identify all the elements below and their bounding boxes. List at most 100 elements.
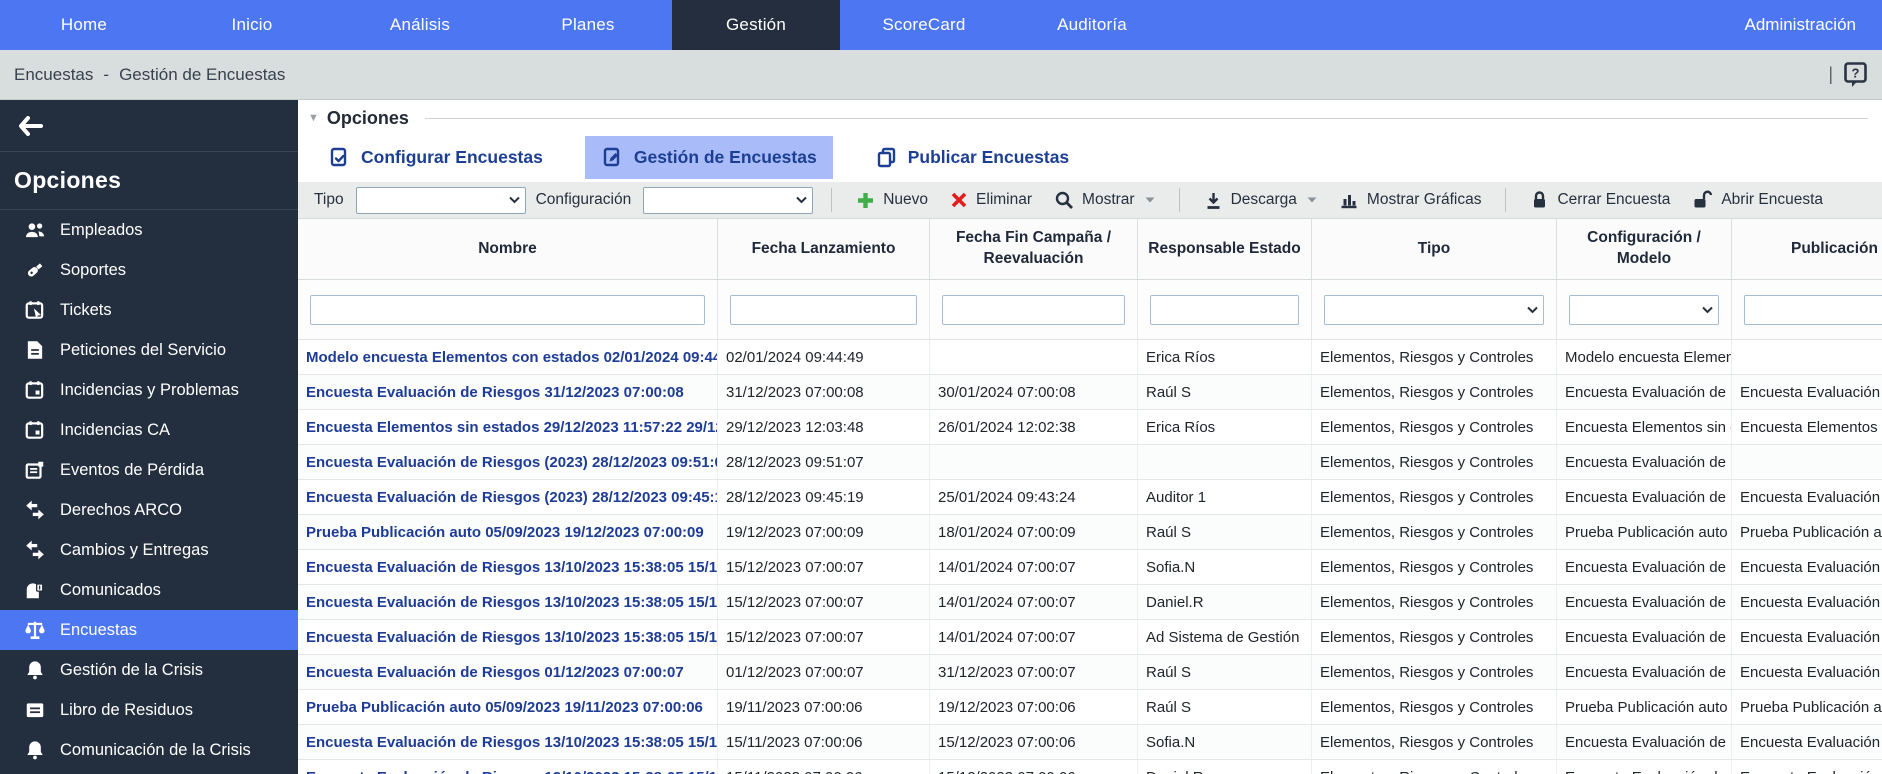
table-row[interactable]: Encuesta Evaluación de Riesgos 01/12/202… (298, 655, 1882, 690)
table-row[interactable]: Encuesta Evaluación de Riesgos 31/12/202… (298, 375, 1882, 410)
cell-name[interactable]: Encuesta Evaluación de Riesgos 13/10/202… (298, 725, 718, 759)
sidebar-item-derechos-arco[interactable]: Derechos ARCO (0, 490, 298, 530)
filter-responsable-input[interactable] (1150, 295, 1299, 325)
descarga-button[interactable]: Descarga (1198, 191, 1323, 210)
cell-name[interactable]: Encuesta Evaluación de Riesgos 01/12/202… (298, 655, 718, 689)
filter-nombre-input[interactable] (310, 295, 705, 325)
cell-launch: 28/12/2023 09:51:07 (718, 445, 930, 479)
nav-item-analisis[interactable]: Análisis (336, 0, 504, 50)
descarga-label: Descarga (1231, 191, 1297, 209)
sidebar-item-soportes[interactable]: Soportes (0, 250, 298, 290)
sidebar-item-incidencias-ca[interactable]: Incidencias CA (0, 410, 298, 450)
filter-tipo-select[interactable] (1324, 295, 1544, 325)
abrir-encuesta-button[interactable]: Abrir Encuesta (1686, 190, 1829, 210)
sidebar-item-comunicacion-crisis[interactable]: Comunicación de la Crisis (0, 730, 298, 770)
sidebar-item-accidente-ambiental[interactable]: Accidente Ambiental (0, 770, 298, 774)
tab-configurar-encuestas[interactable]: Configurar Encuestas (312, 136, 559, 179)
column-header-publicacion[interactable]: Publicación (1732, 219, 1882, 279)
column-header-tipo[interactable]: Tipo (1312, 219, 1557, 279)
filter-configuracion-select[interactable] (1569, 295, 1719, 325)
cell-publication (1732, 340, 1882, 374)
sidebar-item-eventos-perdida[interactable]: Eventos de Pérdida (0, 450, 298, 490)
sidebar-item-peticiones[interactable]: Peticiones del Servicio (0, 330, 298, 370)
cell-name[interactable]: Encuesta Evaluación de Riesgos 13/10/202… (298, 585, 718, 619)
sidebar-item-comunicados[interactable]: Comunicados (0, 570, 298, 610)
sidebar-item-libro-residuos[interactable]: Libro de Residuos (0, 690, 298, 730)
nav-item-gestion[interactable]: Gestión (672, 0, 840, 50)
cell-name[interactable]: Encuesta Evaluación de Riesgos 31/12/202… (298, 375, 718, 409)
table-row[interactable]: Encuesta Evaluación de Riesgos (2023) 28… (298, 445, 1882, 480)
cell-name[interactable]: Encuesta Evaluación de Riesgos (2023) 28… (298, 480, 718, 514)
table-row[interactable]: Encuesta Evaluación de Riesgos 13/10/202… (298, 585, 1882, 620)
nav-item-home[interactable]: Home (0, 0, 168, 50)
sidebar-item-encuestas[interactable]: Encuestas (0, 610, 298, 650)
filter-publicacion-input[interactable] (1744, 295, 1882, 325)
sidebar-item-tickets[interactable]: Tickets (0, 290, 298, 330)
sidebar-item-label: Encuestas (60, 621, 137, 640)
cell-name[interactable]: Prueba Publicación auto 05/09/2023 19/11… (298, 690, 718, 724)
cell-name[interactable]: Encuesta Evaluación de Riesgos 13/10/202… (298, 620, 718, 654)
cell-name[interactable]: Modelo encuesta Elementos con estados 02… (298, 340, 718, 374)
nuevo-button[interactable]: Nuevo (850, 191, 934, 210)
sidebar-item-label: Comunicación de la Crisis (60, 741, 251, 760)
caret-down-icon (1145, 197, 1155, 204)
eliminar-button[interactable]: Eliminar (944, 191, 1038, 209)
cell-end (930, 445, 1138, 479)
column-header-configuracion-modelo[interactable]: Configuración / Modelo (1557, 219, 1732, 279)
sidebar-collapse-button[interactable] (0, 100, 298, 152)
cell-end: 19/12/2023 07:00:06 (930, 690, 1138, 724)
breadcrumb-section[interactable]: Encuestas (14, 65, 93, 85)
table-row[interactable]: Prueba Publicación auto 05/09/2023 19/12… (298, 515, 1882, 550)
cell-launch: 15/11/2023 07:00:06 (718, 725, 930, 759)
sidebar-item-empleados[interactable]: Empleados (0, 210, 298, 250)
sidebar-item-cambios-entregas[interactable]: Cambios y Entregas (0, 530, 298, 570)
cell-responsible: Erica Ríos (1138, 340, 1312, 374)
mostrar-graficas-button[interactable]: Mostrar Gráficas (1333, 190, 1488, 210)
mostrar-button[interactable]: Mostrar (1048, 190, 1161, 210)
toolbar-divider (1179, 188, 1180, 212)
cell-type: Elementos, Riesgos y Controles (1312, 410, 1557, 444)
cell-type: Elementos, Riesgos y Controles (1312, 340, 1557, 374)
table-row[interactable]: Encuesta Evaluación de Riesgos 13/10/202… (298, 725, 1882, 760)
sidebar-item-label: Incidencias CA (60, 421, 170, 440)
mostrar-graficas-label: Mostrar Gráficas (1367, 191, 1482, 209)
cerrar-encuesta-button[interactable]: Cerrar Encuesta (1524, 190, 1676, 210)
filter-fecha-fin-input[interactable] (942, 295, 1125, 325)
nav-item-planes[interactable]: Planes (504, 0, 672, 50)
nav-item-scorecard[interactable]: ScoreCard (840, 0, 1008, 50)
table-row[interactable]: Encuesta Evaluación de Riesgos (2023) 28… (298, 480, 1882, 515)
cell-name[interactable]: Encuesta Evaluación de Riesgos 13/10/202… (298, 760, 718, 774)
options-panel-title: Opciones (327, 108, 409, 129)
nav-item-administracion[interactable]: Administración (1719, 0, 1882, 50)
cell-name[interactable]: Encuesta Elementos sin estados 29/12/202… (298, 410, 718, 444)
table-row[interactable]: Encuesta Evaluación de Riesgos 13/10/202… (298, 760, 1882, 774)
table-row[interactable]: Encuesta Evaluación de Riesgos 13/10/202… (298, 620, 1882, 655)
filter-fecha-lanzamiento-input[interactable] (730, 295, 917, 325)
table-row[interactable]: Encuesta Elementos sin estados 29/12/202… (298, 410, 1882, 445)
calendar-icon (24, 379, 46, 401)
table-row[interactable]: Prueba Publicación auto 05/09/2023 19/11… (298, 690, 1882, 725)
column-header-fecha-lanzamiento[interactable]: Fecha Lanzamiento (718, 219, 930, 279)
column-header-fecha-fin[interactable]: Fecha Fin Campaña / Reevaluación (930, 219, 1138, 279)
options-rule (425, 118, 1868, 119)
tipo-filter-select[interactable] (356, 187, 526, 214)
tab-gestion-encuestas[interactable]: Gestión de Encuestas (585, 136, 833, 179)
cell-responsible: Ad Sistema de Gestión (1138, 620, 1312, 654)
nav-item-auditoria[interactable]: Auditoría (1008, 0, 1176, 50)
column-header-responsable-estado[interactable]: Responsable Estado (1138, 219, 1312, 279)
cell-name[interactable]: Prueba Publicación auto 05/09/2023 19/12… (298, 515, 718, 549)
sidebar-item-incidencias-problemas[interactable]: Incidencias y Problemas (0, 370, 298, 410)
collapse-triangle-icon[interactable]: ▼ (308, 112, 319, 124)
column-header-nombre[interactable]: Nombre (298, 219, 718, 279)
sidebar-item-gestion-crisis[interactable]: Gestión de la Crisis (0, 650, 298, 690)
help-icon[interactable]: ? (1843, 61, 1868, 88)
cell-name[interactable]: Encuesta Evaluación de Riesgos 13/10/202… (298, 550, 718, 584)
configuracion-filter-select[interactable] (643, 187, 813, 214)
table-row[interactable]: Encuesta Evaluación de Riesgos 13/10/202… (298, 550, 1882, 585)
tab-label: Gestión de Encuestas (634, 147, 817, 168)
cell-name[interactable]: Encuesta Evaluación de Riesgos (2023) 28… (298, 445, 718, 479)
table-row[interactable]: Modelo encuesta Elementos con estados 02… (298, 340, 1882, 375)
tab-publicar-encuestas[interactable]: Publicar Encuestas (859, 136, 1085, 179)
nav-item-inicio[interactable]: Inicio (168, 0, 336, 50)
x-icon (950, 191, 968, 209)
